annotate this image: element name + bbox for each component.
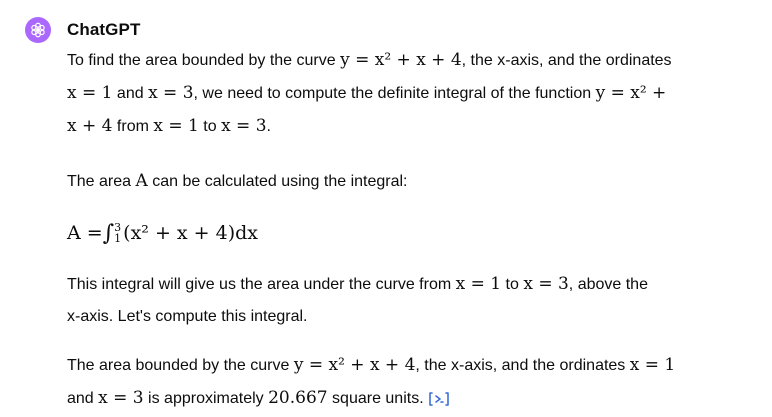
- paragraph-intro: To find the area bounded by the curve y …: [67, 44, 757, 143]
- text: The area: [67, 173, 136, 190]
- text: .: [266, 118, 271, 135]
- math-expression: x = 3: [148, 83, 194, 103]
- formula-lhs: A =: [67, 222, 103, 244]
- paragraph-explanation: This integral will give us the area unde…: [67, 268, 757, 333]
- math-expression: x + 4: [67, 116, 113, 136]
- math-result: 20.667: [268, 388, 328, 408]
- text: x-axis. Let's compute this integral.: [67, 308, 308, 325]
- integral-lower-limit: 1: [114, 232, 122, 245]
- text: to: [501, 276, 524, 293]
- text: , above the: [568, 276, 648, 293]
- math-expression: y = x² +: [595, 83, 667, 103]
- openai-logo-icon: [31, 22, 45, 38]
- text: and: [112, 85, 149, 102]
- math-expression: x = 1: [153, 116, 199, 136]
- text: To find the area bounded by the curve: [67, 52, 341, 69]
- math-expression: x = 1: [629, 355, 676, 375]
- code-source-icon[interactable]: [428, 391, 450, 407]
- paragraph-result: The area bounded by the curve y = x² + x…: [67, 349, 757, 415]
- text: to: [198, 118, 222, 135]
- math-expression: x = 3: [98, 388, 144, 408]
- message-content: To find the area bounded by the curve y …: [67, 44, 757, 415]
- text: square units.: [327, 390, 424, 407]
- text: from: [112, 118, 154, 135]
- integrand: (x² + x + 4)dx: [123, 222, 258, 244]
- math-expression: y = x² + x + 4: [293, 355, 416, 375]
- text: , the x-axis, and the ordinates: [461, 52, 672, 69]
- chatgpt-avatar: [25, 17, 51, 43]
- text: The area bounded by the curve: [67, 357, 294, 374]
- paragraph-area-intro: The area A can be calculated using the i…: [67, 165, 757, 198]
- math-expression: y = x² + x + 4: [340, 50, 462, 70]
- integral-limits: 3 1: [114, 222, 121, 244]
- integral-sign-icon: ∫: [102, 220, 115, 246]
- integral-formula: A = ∫ 3 1 (x² + x + 4)dx: [67, 198, 757, 268]
- math-expression: x = 1: [67, 83, 113, 103]
- math-expression: A: [135, 171, 148, 191]
- text: , we need to compute the definite integr…: [193, 85, 596, 102]
- text: This integral will give us the area unde…: [67, 276, 456, 293]
- math-expression: x = 3: [523, 274, 569, 294]
- math-expression: x = 3: [221, 116, 267, 136]
- text: , the x-axis, and the ordinates: [415, 357, 630, 374]
- text: and: [67, 390, 99, 407]
- text: can be calculated using the integral:: [147, 173, 408, 190]
- text: is approximately: [143, 390, 269, 407]
- author-name: ChatGPT: [67, 20, 141, 39]
- math-expression: x = 1: [455, 274, 502, 294]
